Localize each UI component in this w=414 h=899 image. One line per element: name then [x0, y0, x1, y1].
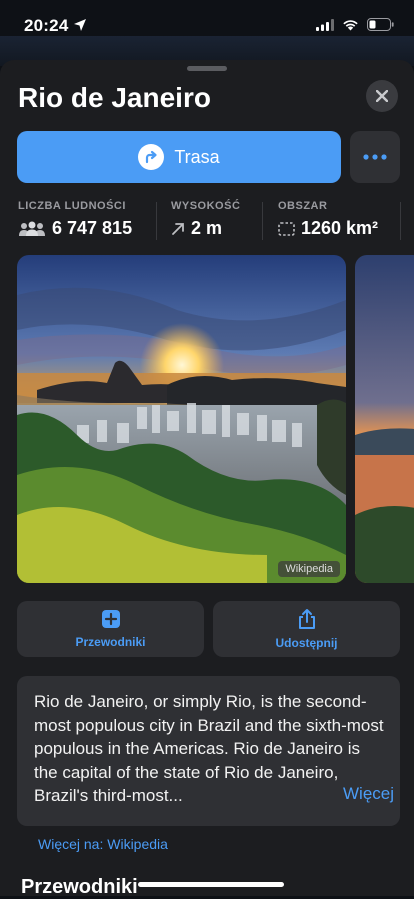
ellipsis-icon: [363, 154, 387, 160]
battery-icon: [367, 18, 394, 31]
sheet-grabber[interactable]: [187, 66, 227, 71]
wikipedia-link[interactable]: Więcej na: Wikipedia: [38, 836, 168, 852]
place-title: Rio de Janeiro: [18, 82, 211, 113]
stat-value-row: 2 m: [171, 218, 240, 239]
guides-button-label: Przewodniki: [75, 635, 146, 649]
stat-divider: [262, 202, 263, 240]
people-icon: [19, 221, 45, 236]
more-options-button[interactable]: [350, 131, 400, 183]
place-card-sheet: Rio de Janeiro Trasa LICZBA LUDNOŚCI 6 7…: [0, 60, 414, 898]
guides-button[interactable]: Przewodniki: [17, 601, 204, 657]
rio-landscape-image: [17, 255, 346, 583]
cellular-signal-icon: [316, 18, 334, 31]
stat-area: OBSZAR 1260 km²: [278, 200, 378, 239]
status-time: 20:24: [24, 16, 69, 35]
place-photo[interactable]: Wikipedia: [17, 255, 346, 583]
status-bar: 20:24: [0, 0, 414, 52]
next-photo[interactable]: [355, 255, 414, 583]
route-button-label: Trasa: [174, 146, 220, 167]
stat-label: LICZBA LUDNOŚCI: [18, 200, 126, 212]
photo-credit: Wikipedia: [278, 561, 340, 577]
area-icon: [278, 221, 295, 236]
stat-label: OBSZAR: [278, 200, 328, 212]
stat-value-row: 6 747 815: [18, 218, 132, 239]
stat-value-row: 1260 km²: [278, 218, 378, 239]
stat-value: 2 m: [191, 218, 223, 238]
route-button[interactable]: Trasa: [17, 131, 341, 183]
add-to-guide-icon: [101, 610, 120, 628]
home-indicator[interactable]: [138, 882, 284, 887]
share-button[interactable]: Udostępnij: [213, 601, 400, 657]
next-photo-image: [355, 255, 414, 583]
wifi-icon: [343, 19, 358, 30]
elevation-arrow-icon: [172, 222, 184, 235]
share-icon: [298, 609, 315, 629]
close-button[interactable]: [366, 80, 398, 112]
close-icon: [376, 90, 388, 102]
directions-icon: [138, 144, 165, 170]
stat-label: WYSOKOŚĆ: [171, 200, 241, 212]
stat-population: LICZBA LUDNOŚCI 6 747 815: [18, 200, 132, 239]
place-stats: LICZBA LUDNOŚCI 6 747 815 WYSOKOŚĆ 2 m O…: [0, 200, 414, 244]
stat-elevation: WYSOKOŚĆ 2 m: [171, 200, 240, 239]
description-more-link[interactable]: Więcej: [333, 784, 395, 804]
description-card: Rio de Janeiro, or simply Rio, is the se…: [17, 676, 400, 826]
location-arrow-icon: [74, 19, 86, 31]
share-button-label: Udostępnij: [275, 636, 338, 650]
status-indicators: [316, 18, 394, 31]
stat-divider: [400, 202, 401, 240]
stat-divider: [156, 202, 157, 240]
stat-value: 1260 km²: [301, 218, 379, 238]
description-text: Rio de Janeiro, or simply Rio, is the se…: [34, 692, 384, 806]
stat-value: 6 747 815: [52, 218, 133, 238]
